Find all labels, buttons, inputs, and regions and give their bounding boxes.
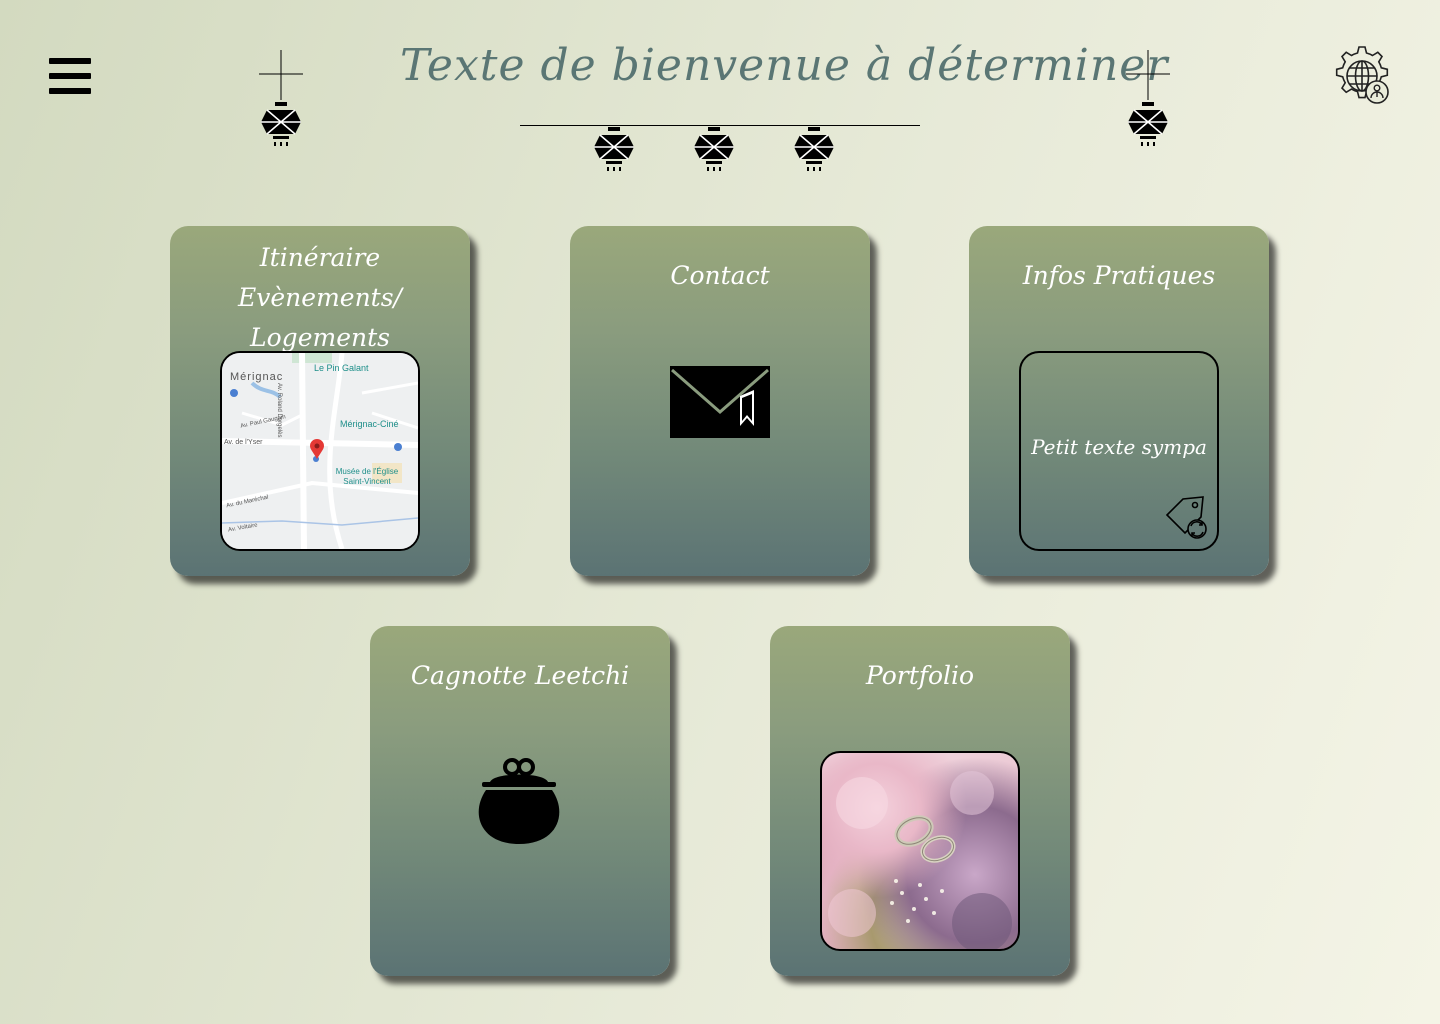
card-title-cagnotte: Cagnotte Leetchi: [410, 661, 630, 690]
coin-purse-icon: [478, 758, 560, 844]
lantern-icon: [1126, 50, 1170, 146]
lantern-icon: [259, 50, 303, 146]
price-tag-refresh-icon: [1165, 496, 1207, 539]
map-street-dorgeles: Av. Roland Dorgelès: [276, 383, 282, 438]
map-poi-cine: Mérignac-Ciné: [340, 419, 399, 429]
map-poi-musee: Musée de l'Église Saint-Vincent: [335, 467, 399, 486]
page-title: Texte de bienvenue à déterminer: [400, 40, 1169, 91]
hamburger-menu-icon[interactable]: [49, 57, 91, 95]
wedding-rings-photo[interactable]: [820, 751, 1020, 951]
lantern-icon: [694, 127, 734, 171]
card-portfolio[interactable]: Portfolio: [770, 626, 1070, 976]
lantern-icon: [594, 127, 634, 171]
map-label-town: Mérignac: [230, 371, 284, 383]
infos-tile[interactable]: Petit texte sympa: [1019, 351, 1219, 551]
globe-gear-settings-icon[interactable]: [1330, 44, 1394, 108]
map-thumbnail[interactable]: Mérignac Le Pin Galant Mérignac-Ciné Mus…: [220, 351, 420, 551]
map-street-yser: Av. de l'Yser: [224, 439, 263, 446]
card-title-portfolio: Portfolio: [865, 661, 975, 690]
rings-illustration: [828, 771, 1012, 949]
envelope-icon: [670, 366, 770, 438]
lantern-icon: [794, 127, 834, 171]
map-pin-icon: [310, 439, 324, 459]
card-cagnotte[interactable]: Cagnotte Leetchi: [370, 626, 670, 976]
card-itineraire[interactable]: Itinéraire Evènements/ Logements Mérigna…: [170, 226, 470, 576]
card-title-itineraire: Itinéraire Evènements/ Logements: [238, 243, 402, 352]
card-title-infos: Infos Pratiques: [1022, 261, 1216, 290]
card-contact[interactable]: Contact: [570, 226, 870, 576]
card-infos-pratiques[interactable]: Infos Pratiques Petit texte sympa: [969, 226, 1269, 576]
infos-text: Petit texte sympa: [1031, 435, 1207, 459]
map-poi-pin-galant: Le Pin Galant: [314, 363, 369, 373]
card-title-contact: Contact: [670, 261, 770, 290]
